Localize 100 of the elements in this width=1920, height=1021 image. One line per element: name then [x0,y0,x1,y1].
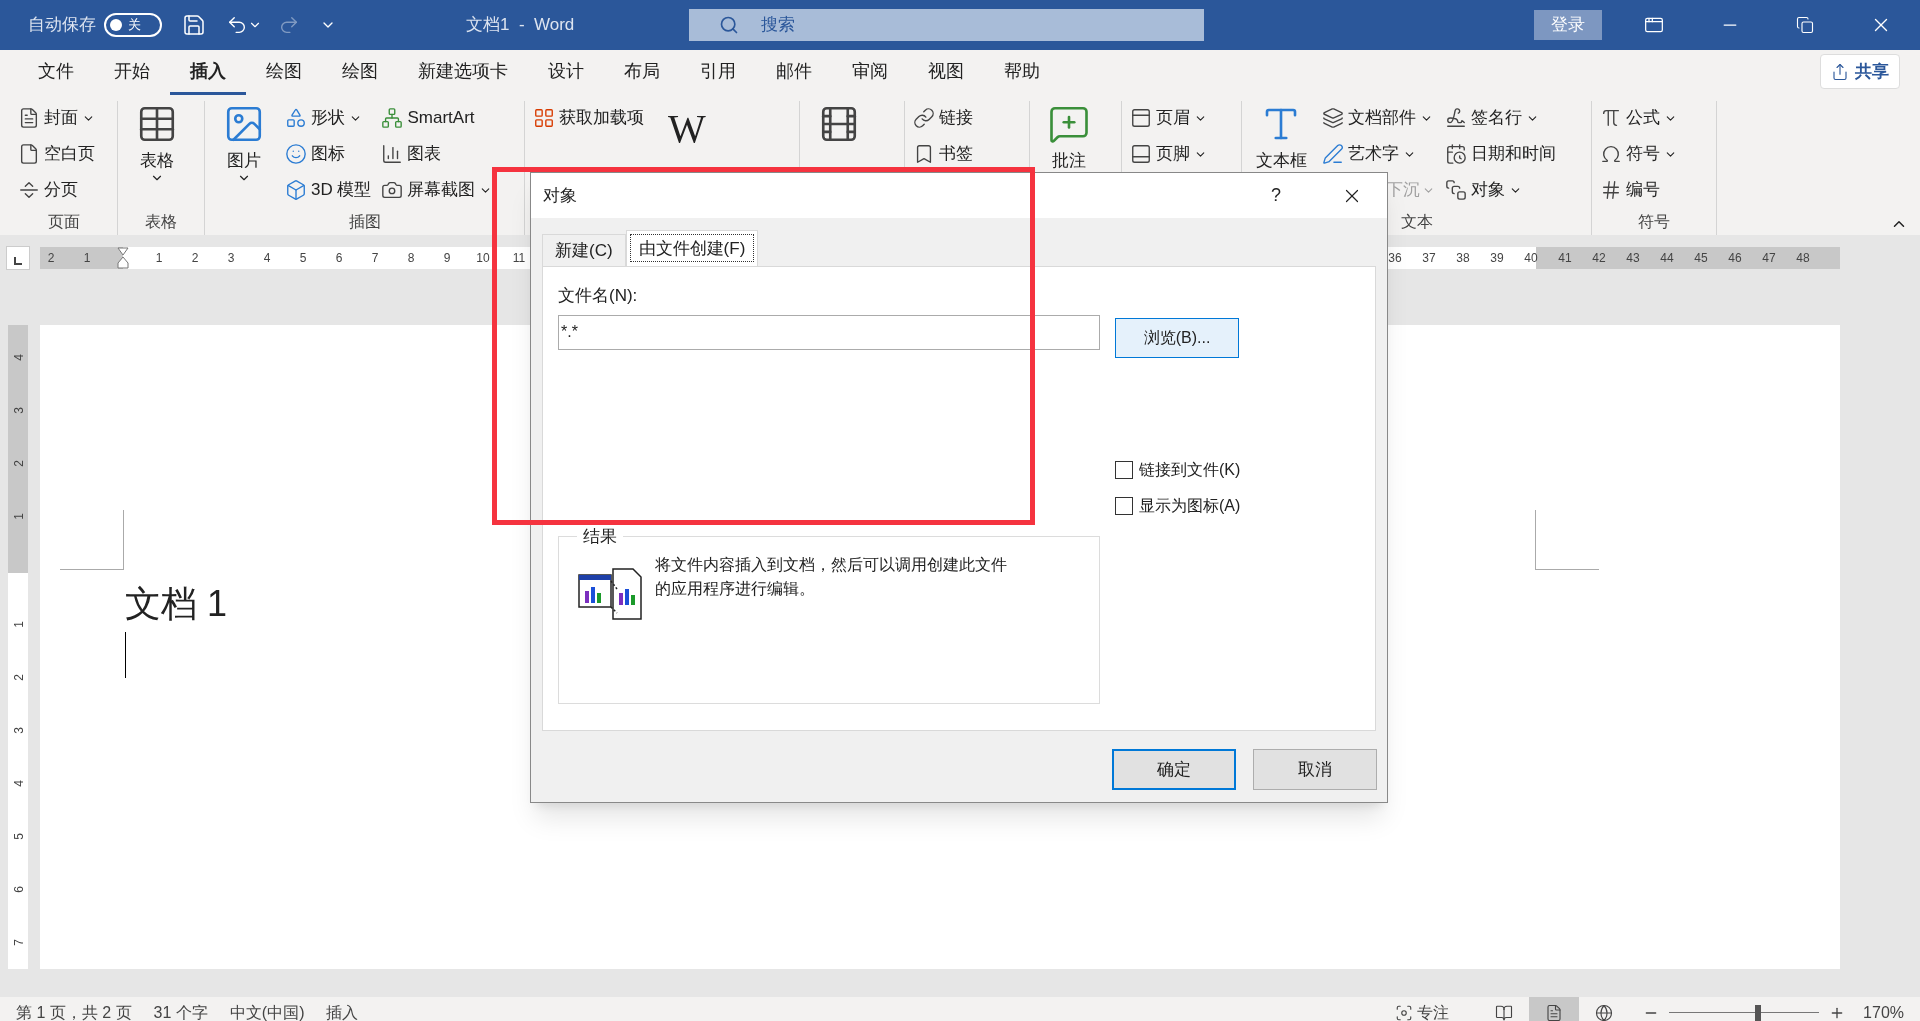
diagram-icon [381,107,404,129]
dialog-tab[interactable]: 新建(C) [542,234,626,266]
ribbon-button[interactable]: 公式 [1600,101,1677,135]
ribbon-tab[interactable]: 帮助 [984,50,1060,95]
ribbon-tab[interactable]: 文件 [18,50,94,95]
ribbon-button[interactable]: 编号 [1600,173,1677,207]
ruler-number: 5 [298,249,308,267]
ribbon-button[interactable]: 文档部件 [1322,101,1435,135]
group-label: 文本 [1400,212,1433,232]
ribbon-tab[interactable]: 视图 [908,50,984,95]
ribbon-tab[interactable]: 绘图 [322,50,398,95]
ribbon-button[interactable]: 图表 [381,137,493,171]
search-field[interactable]: 搜索 [689,9,1205,41]
help-button[interactable]: ? [1271,182,1281,209]
ribbon-button[interactable]: 书签 [913,137,973,171]
ruler-number: 45 [1693,249,1709,267]
ribbon-button[interactable]: 签名行 [1445,101,1556,135]
ruler-number: 9 [442,249,452,267]
ruler-number: 39 [1489,249,1505,267]
ruler-number: 48 [1795,249,1811,267]
ribbon-button[interactable]: 页脚 [1130,137,1207,171]
restore-icon[interactable] [1796,16,1815,34]
ribbon-button[interactable]: 符号 [1600,137,1677,171]
header-icon [1130,107,1152,129]
tab-selector-icon[interactable] [6,245,30,270]
group-label: 表格 [145,212,177,232]
checkbox[interactable] [1115,497,1133,515]
ribbon-display-icon[interactable] [1644,15,1665,35]
autosave-label: 自动保存 [28,14,96,37]
ribbon-button[interactable]: 空白页 [18,137,95,171]
ruler-number: 7 [370,249,380,267]
ribbon-button[interactable]: 3D 模型 [285,173,372,207]
page-icon [1545,1003,1564,1021]
cube-icon [285,179,307,201]
autosave-toggle[interactable]: 关 [104,13,162,37]
ribbon-button[interactable]: 图标 [285,137,372,171]
ribbon-button[interactable]: 日期和时间 [1445,137,1556,171]
status-item: 31 个字 [152,1002,209,1021]
focus-button[interactable]: 专注 [1395,1000,1450,1021]
ribbon-button[interactable]: 分页 [18,173,95,207]
zoom-level: 170% [1863,1002,1904,1021]
dialog-button[interactable]: 取消 [1253,749,1377,790]
group-label: 符号 [1638,212,1670,232]
share-button[interactable]: 共享 [1820,54,1900,89]
ribbon-button[interactable]: 对象 [1445,173,1556,207]
large-ribbon-button[interactable]: 批注 [1038,101,1100,211]
ribbon-tab[interactable]: 新建选项卡 [398,50,528,95]
dialog-title: 对象 [543,184,577,207]
ribbon-tab[interactable]: 开始 [94,50,170,95]
ruler-number: 3 [10,727,26,734]
shapes-icon [285,107,307,129]
save-icon[interactable] [182,13,206,37]
undo-icon[interactable] [226,14,248,36]
ruler-number: 43 [1625,249,1641,267]
ruler-number: 1 [10,621,26,628]
dialog-tab[interactable]: 由文件创建(F) [625,230,759,266]
ruler-number: 4 [262,249,272,267]
ribbon-button[interactable]: SmartArt [381,101,493,135]
smiley-icon [285,143,307,165]
search-placeholder: 搜索 [761,14,796,37]
calendar-icon [1445,143,1467,165]
ribbon-tab[interactable]: 绘图 [246,50,322,95]
zoom-slider[interactable] [1669,1004,1820,1021]
focus-icon [1395,1003,1414,1021]
ruler-number: 42 [1591,249,1607,267]
ribbon-button[interactable]: 屏幕截图 [381,173,493,207]
dialog-button[interactable]: 确定 [1112,749,1236,790]
ribbon-tab[interactable]: 引用 [680,50,756,95]
ribbon-button[interactable]: 链接 [913,101,973,135]
ribbon-tab[interactable]: 设计 [528,50,604,95]
ribbon-button[interactable]: 艺术字 [1322,137,1435,171]
ribbon-button[interactable]: 页眉 [1130,101,1207,135]
large-ribbon-button[interactable]: 图片 [213,101,275,211]
ribbon-button[interactable]: 封面 [18,101,95,135]
ruler-number: 41 [1557,249,1573,267]
status-item: 插入 [325,1002,360,1021]
checkbox[interactable] [1115,461,1133,479]
ribbon-tab[interactable]: 审阅 [832,50,908,95]
checkbox-label: 链接到文件(K) [1139,460,1241,480]
ribbon-tab[interactable]: 布局 [604,50,680,95]
ribbon-button[interactable]: 获取加载项 [533,101,644,135]
file-name-field[interactable]: *.* [558,314,1100,350]
ruler-number: 5 [10,833,26,840]
text-cursor [125,632,126,678]
ruler-number: 38 [1455,249,1471,267]
zoom-thumb[interactable] [1754,1004,1761,1021]
large-ribbon-button[interactable]: 表格 [126,101,188,211]
ruler-number: 3 [226,249,236,267]
checkbox-label: 显示为图标(A) [1139,496,1241,516]
ruler-number: 2 [46,249,56,267]
ribbon-tab[interactable]: 邮件 [756,50,832,95]
browse-button[interactable]: 浏览(B)... [1115,318,1239,358]
chart-icon [381,143,404,165]
link-icon [913,107,935,129]
ribbon-button[interactable]: 形状 [285,101,372,135]
ruler-number: 37 [1421,249,1437,267]
ruler-number: 47 [1761,249,1777,267]
grid-icon [533,107,555,129]
view-button[interactable] [1529,997,1580,1021]
ruler-number: 2 [10,460,26,467]
